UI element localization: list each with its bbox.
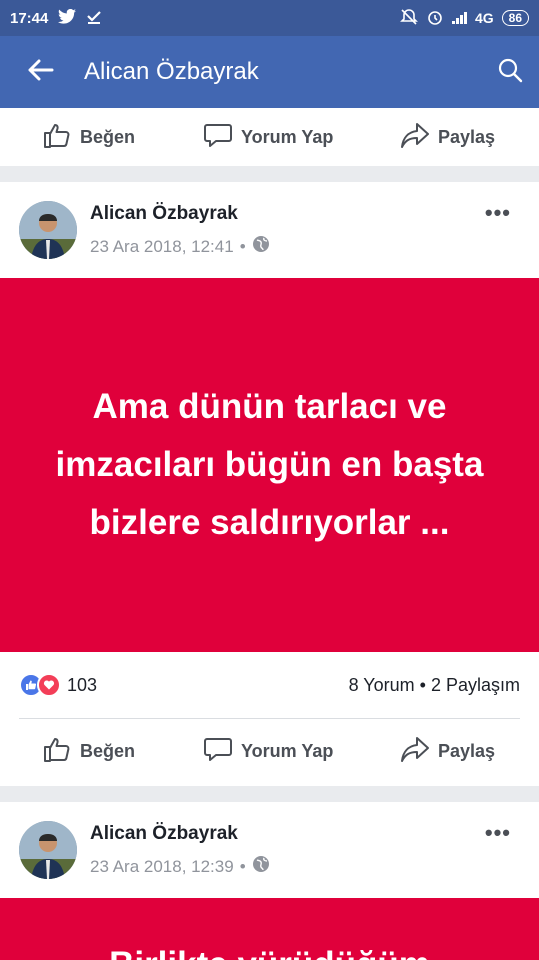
feed-separator xyxy=(0,786,539,802)
like-button[interactable]: Beğen xyxy=(42,120,135,155)
alarm-icon xyxy=(426,8,444,29)
comment-icon xyxy=(203,734,233,769)
feed-separator xyxy=(0,166,539,182)
post-action-row: Beğen Yorum Yap Paylaş xyxy=(0,722,539,780)
post-header: Alican Özbayrak 23 Ara 2018, 12:41 • ••• xyxy=(0,182,539,278)
share-button[interactable]: Paylaş xyxy=(400,120,495,155)
post-meta: 23 Ara 2018, 12:39 • xyxy=(90,855,270,878)
like-label: Beğen xyxy=(80,126,136,147)
post-date[interactable]: 23 Ara 2018, 12:41 xyxy=(90,237,234,257)
share-icon xyxy=(400,734,430,769)
reactions-summary[interactable]: 103 xyxy=(19,673,97,697)
post-author[interactable]: Alican Özbayrak xyxy=(90,823,238,845)
thumbs-up-icon xyxy=(42,120,72,155)
comment-label: Yorum Yap xyxy=(241,740,334,761)
download-done-icon xyxy=(86,8,102,28)
back-arrow-icon[interactable] xyxy=(28,59,54,86)
action-row-previous: Beğen Yorum Yap Paylaş xyxy=(0,108,539,166)
network-type: 4G xyxy=(474,10,494,26)
battery-level: 86 xyxy=(501,10,529,26)
globe-icon xyxy=(252,855,270,878)
share-icon xyxy=(400,120,430,155)
post-text-background: Ama dünün tarlacı ve imzacıları bügün en… xyxy=(0,278,539,652)
post-author[interactable]: Alican Özbayrak xyxy=(90,203,238,225)
twitter-icon xyxy=(58,8,77,28)
app-bar: Alican Özbayrak xyxy=(0,36,539,108)
thumbs-up-icon xyxy=(42,734,72,769)
share-button[interactable]: Paylaş xyxy=(400,734,495,769)
search-icon[interactable] xyxy=(497,57,523,88)
dot-separator: • xyxy=(239,236,246,256)
post-stats: 103 8 Yorum • 2 Paylaşım xyxy=(0,652,539,718)
dot-separator: • xyxy=(239,856,246,876)
post-date[interactable]: 23 Ara 2018, 12:39 xyxy=(90,857,234,877)
post-text: Birlikte yürüdüğüm xyxy=(40,936,500,960)
status-time: 17:44 xyxy=(10,9,49,27)
comment-label: Yorum Yap xyxy=(241,126,334,147)
status-bar: 17:44 4G 86 xyxy=(0,0,539,36)
more-options-icon[interactable]: ••• xyxy=(485,200,511,226)
comments-shares-count[interactable]: 8 Yorum • 2 Paylaşım xyxy=(349,675,520,696)
reaction-count: 103 xyxy=(67,674,98,695)
globe-icon xyxy=(252,235,270,258)
comment-button[interactable]: Yorum Yap xyxy=(203,120,333,155)
page-title: Alican Özbayrak xyxy=(84,58,259,85)
post-text-background: Birlikte yürüdüğüm xyxy=(0,898,539,960)
post-header: Alican Özbayrak 23 Ara 2018, 12:39 • ••• xyxy=(0,802,539,898)
post-text: Ama dünün tarlacı ve imzacıları bügün en… xyxy=(55,387,484,542)
comment-button[interactable]: Yorum Yap xyxy=(203,734,333,769)
like-label: Beğen xyxy=(80,740,136,761)
avatar[interactable] xyxy=(19,201,77,259)
like-button[interactable]: Beğen xyxy=(42,734,135,769)
share-label: Paylaş xyxy=(438,740,496,761)
divider xyxy=(19,718,520,719)
more-options-icon[interactable]: ••• xyxy=(485,820,511,846)
signal-icon xyxy=(451,12,467,24)
post-meta: 23 Ara 2018, 12:41 • xyxy=(90,235,270,258)
comment-icon xyxy=(203,120,233,155)
share-label: Paylaş xyxy=(438,126,496,147)
notifications-off-icon xyxy=(400,8,418,29)
avatar[interactable] xyxy=(19,821,77,879)
love-reaction-icon xyxy=(37,673,61,697)
